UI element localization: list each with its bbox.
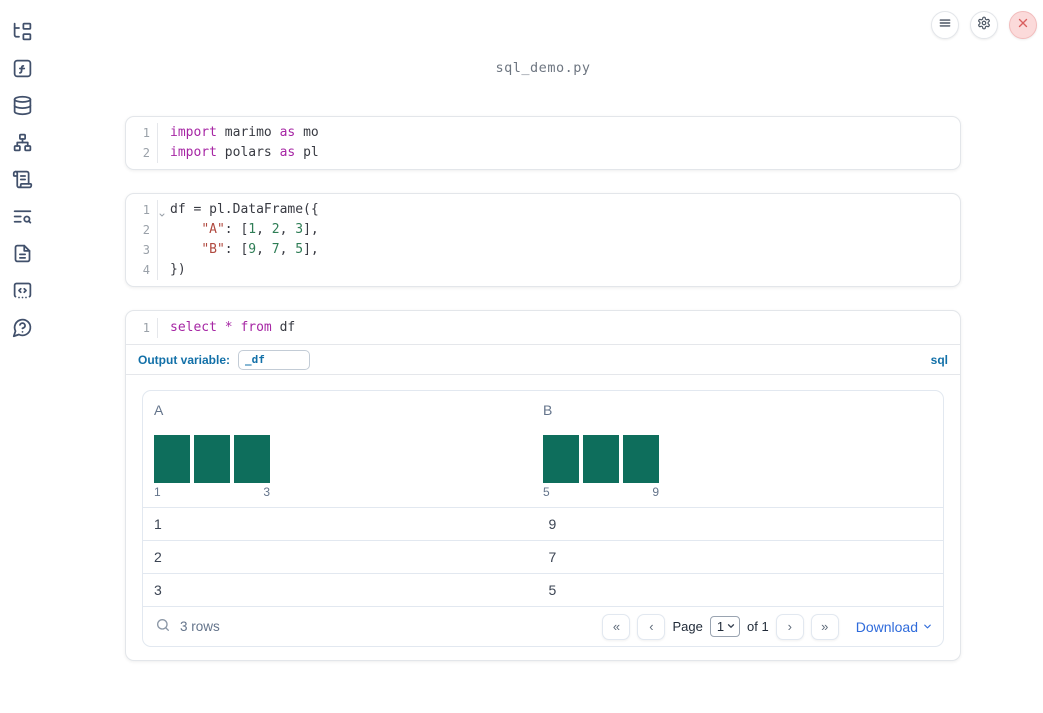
histogram-bar xyxy=(154,435,190,483)
shutdown-button[interactable] xyxy=(1009,11,1037,39)
column-histogram: 1 3 xyxy=(154,435,543,499)
histogram-min-label: 1 xyxy=(154,485,161,499)
cell-output: A 1 3 B 5 9 1 9 2 7 3 5 3 rows « ‹ Page … xyxy=(126,374,960,660)
line-number: 1 xyxy=(126,123,158,143)
download-label: Download xyxy=(855,618,918,635)
table-row[interactable]: 1 9 xyxy=(143,507,943,540)
close-icon xyxy=(1016,16,1030,35)
gear-icon xyxy=(977,16,991,35)
code-line: 1 import marimo as mo xyxy=(126,123,960,143)
first-page-button[interactable]: « xyxy=(602,613,631,640)
cell-value: 3 xyxy=(154,582,162,598)
sidebar-item-help[interactable] xyxy=(10,318,34,342)
function-icon xyxy=(12,58,33,84)
column-histogram: 5 9 xyxy=(543,435,932,499)
sidebar-item-dependencies[interactable] xyxy=(10,133,34,157)
marimo-app: sql_demo.py 1 import marimo as mo 2 impo… xyxy=(0,0,1043,713)
histogram-bar xyxy=(543,435,579,483)
page-label: Page xyxy=(672,619,703,634)
histogram-bar xyxy=(234,435,270,483)
last-page-button[interactable]: » xyxy=(810,613,839,640)
cell-value: 5 xyxy=(548,582,557,598)
code-line: 4 }) xyxy=(126,260,960,280)
column-header-a[interactable]: A 1 3 xyxy=(154,402,543,499)
output-variable-label: Output variable: xyxy=(138,352,231,367)
histogram-min-label: 5 xyxy=(543,485,550,499)
code-line: 1 select * from df xyxy=(126,318,960,338)
dataframe-table: A 1 3 B 5 9 1 9 2 7 3 5 3 rows « ‹ Page … xyxy=(142,390,944,647)
line-number: 1 xyxy=(126,200,165,220)
code-cell-imports[interactable]: 1 import marimo as mo 2 import polars as… xyxy=(125,116,961,170)
language-badge: sql xyxy=(930,352,948,367)
code-line: 3 "B": [9, 7, 5], xyxy=(126,240,960,260)
line-number: 2 xyxy=(126,143,158,163)
column-label: B xyxy=(543,402,553,418)
sidebar-item-variables[interactable] xyxy=(10,59,34,83)
output-variable-input[interactable] xyxy=(238,349,311,370)
sidebar-item-outline-search[interactable] xyxy=(10,207,34,231)
line-number: 3 xyxy=(126,240,158,260)
sql-cell[interactable]: 1 select * from df Output variable: sql … xyxy=(125,310,961,661)
histogram-bar xyxy=(623,435,659,483)
download-button[interactable]: Download xyxy=(856,619,933,635)
histogram-max-label: 3 xyxy=(263,485,270,499)
fold-chevron-icon[interactable] xyxy=(158,205,166,225)
line-number: 2 xyxy=(126,220,158,240)
scroll-icon xyxy=(12,169,33,195)
output-variable-bar: Output variable: sql xyxy=(126,344,960,374)
code-line: 2 "A": [1, 2, 3], xyxy=(126,220,960,240)
code-cell-dataframe[interactable]: 1 df = pl.DataFrame({ 2 "A": [1, 2, 3], … xyxy=(125,193,961,287)
line-number: 1 xyxy=(126,318,158,338)
help-icon xyxy=(12,317,33,343)
page-total-label: of 1 xyxy=(747,619,769,634)
file-tree-icon xyxy=(12,21,33,47)
cell-value: 2 xyxy=(154,549,162,565)
page-select[interactable]: 1 xyxy=(709,616,741,637)
row-count-label: 3 rows xyxy=(180,619,220,634)
code-line: 1 df = pl.DataFrame({ xyxy=(126,200,960,220)
cell-value: 1 xyxy=(154,516,162,532)
table-footer: 3 rows « ‹ Page 1 of 1 › » Download xyxy=(143,606,943,646)
notebook-filename: sql_demo.py xyxy=(495,60,591,76)
notebook: sql_demo.py 1 import marimo as mo 2 impo… xyxy=(125,0,961,661)
table-row[interactable]: 3 5 xyxy=(143,573,943,606)
chevron-down-icon xyxy=(726,619,736,634)
cell-value: 7 xyxy=(548,549,557,565)
sidebar-item-snippets[interactable] xyxy=(10,281,34,305)
sidebar-item-files[interactable] xyxy=(10,22,34,46)
histogram-bar xyxy=(583,435,619,483)
chevron-down-icon xyxy=(922,619,933,635)
table-row[interactable]: 2 7 xyxy=(143,540,943,573)
line-number: 4 xyxy=(126,260,158,280)
dependency-graph-icon xyxy=(12,132,33,158)
code-line: 2 import polars as pl xyxy=(126,143,960,163)
next-page-button[interactable]: › xyxy=(775,613,804,640)
column-label: A xyxy=(154,402,164,418)
sidebar-item-logs[interactable] xyxy=(10,170,34,194)
snippets-icon xyxy=(12,280,33,306)
cell-value: 9 xyxy=(548,516,557,532)
document-icon xyxy=(12,243,33,269)
database-icon xyxy=(12,95,33,121)
sidebar-item-documentation[interactable] xyxy=(10,244,34,268)
settings-button[interactable] xyxy=(970,11,998,39)
column-header-b[interactable]: B 5 9 xyxy=(543,402,932,499)
search-icon[interactable] xyxy=(155,617,171,636)
left-sidebar xyxy=(0,0,44,713)
sidebar-item-datasources[interactable] xyxy=(10,95,34,121)
search-list-icon xyxy=(12,206,33,232)
table-header: A 1 3 B 5 9 xyxy=(143,391,943,507)
previous-page-button[interactable]: ‹ xyxy=(637,613,666,640)
histogram-bar xyxy=(194,435,230,483)
histogram-max-label: 9 xyxy=(652,485,659,499)
